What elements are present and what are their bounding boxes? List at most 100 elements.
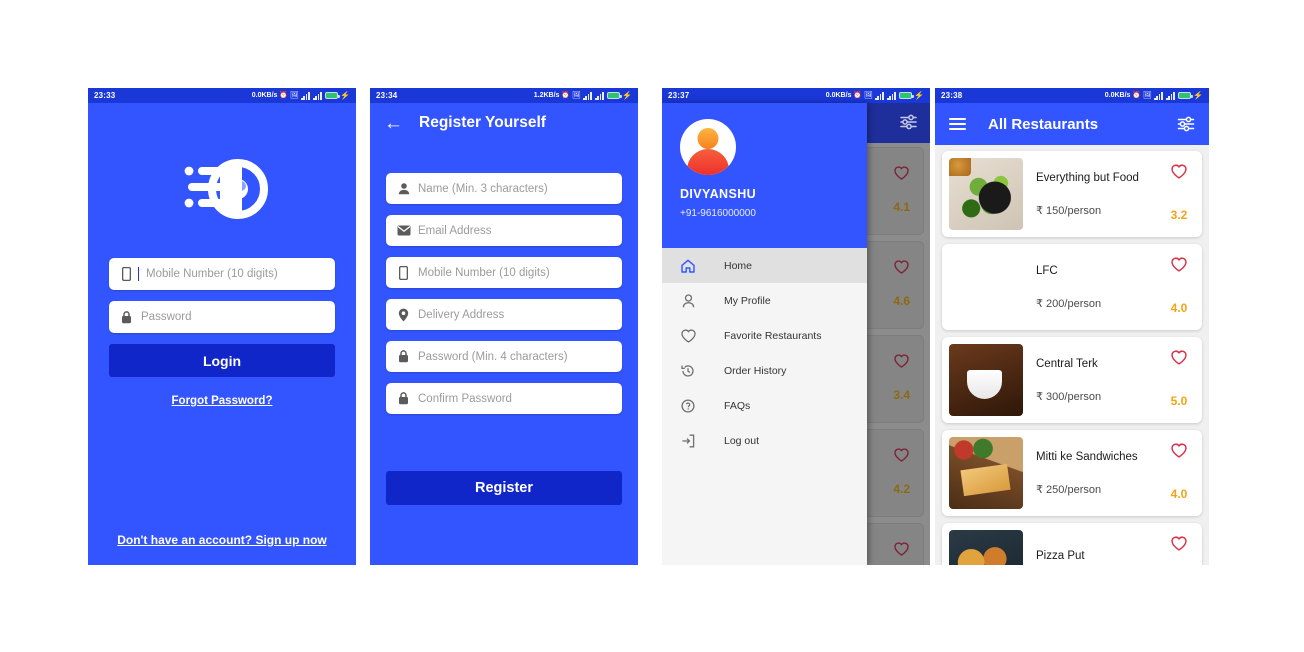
- avatar-body: [687, 149, 729, 175]
- mobile-number-field[interactable]: Mobile Number (10 digits): [386, 257, 622, 288]
- register-button[interactable]: Register: [386, 471, 622, 505]
- back-arrow-icon[interactable]: ←: [384, 114, 403, 133]
- drawer-body: 4.1 4.6 3.4 4.2 DIVYANSHU +91-9616000000…: [662, 103, 930, 565]
- status-time: 23:38: [941, 91, 963, 100]
- charging-bolt-icon: ⚡: [914, 90, 924, 100]
- restaurant-actions: 4.0: [1163, 437, 1195, 509]
- restaurant-price: ₹ 200/person: [1036, 297, 1102, 310]
- signup-link[interactable]: Don't have an account? Sign up now: [117, 533, 327, 547]
- restaurant-thumbnail: [949, 344, 1023, 416]
- status-time: 23:34: [376, 91, 398, 100]
- register-app-bar: ← Register Yourself: [370, 103, 638, 143]
- delivery-address-field[interactable]: Delivery Address: [386, 299, 622, 330]
- drawer-user-name: DIVYANSHU: [680, 187, 757, 201]
- restaurant-list[interactable]: Everything but Food ₹ 150/person 3.2 LFC…: [935, 145, 1209, 565]
- logout-icon: [678, 434, 698, 448]
- person-icon: [396, 182, 411, 195]
- drawer-item-favorite-restaurants[interactable]: Favorite Restaurants: [662, 318, 867, 353]
- email-field[interactable]: Email Address: [386, 215, 622, 246]
- favorite-heart-icon[interactable]: [1171, 350, 1187, 365]
- favorite-heart-icon[interactable]: [1171, 536, 1187, 551]
- signal-2-icon: [313, 91, 323, 100]
- avatar-head: [697, 128, 719, 149]
- page-title: All Restaurants: [988, 115, 1099, 133]
- drawer-item-log-out[interactable]: Log out: [662, 423, 867, 458]
- person-icon: [678, 293, 698, 308]
- favorite-heart-icon[interactable]: [894, 166, 909, 180]
- charging-bolt-icon: ⚡: [340, 90, 350, 100]
- battery-icon: [1178, 92, 1194, 99]
- rating-value: 4.0: [1170, 301, 1188, 315]
- drawer-item-my-profile[interactable]: My Profile: [662, 283, 867, 318]
- drawer-item-home[interactable]: Home: [662, 248, 867, 283]
- confirm-password-field[interactable]: Confirm Password: [386, 383, 622, 414]
- register-screen: 23:34 1.2KB/s ⏰ 🖼 ⚡ ← Register Yourself: [370, 88, 638, 565]
- confirm-password-placeholder: Confirm Password: [418, 392, 512, 405]
- charging-bolt-icon: ⚡: [1193, 90, 1203, 100]
- register-form: Name (Min. 3 characters) Email Address M…: [386, 173, 622, 425]
- forgot-password-link[interactable]: Forgot Password?: [172, 395, 273, 407]
- app-logo: [88, 158, 356, 220]
- status-time: 23:37: [668, 91, 690, 100]
- alarm-icon: ⏰: [853, 92, 863, 99]
- password-field[interactable]: Password (Min. 4 characters): [386, 341, 622, 372]
- charging-bolt-icon: ⚡: [622, 90, 632, 100]
- favorite-heart-icon[interactable]: [894, 354, 909, 368]
- restaurant-actions: 5.0: [1163, 344, 1195, 416]
- battery-icon: [899, 92, 915, 99]
- lock-icon: [396, 392, 411, 405]
- heart-icon: [678, 329, 698, 343]
- login-button[interactable]: Login: [109, 344, 335, 377]
- login-body: Mobile Number (10 digits) Password Login…: [88, 103, 356, 565]
- restaurant-actions: [1163, 530, 1195, 565]
- favorite-heart-icon[interactable]: [1171, 443, 1187, 458]
- screenshot-icon: 🖼: [864, 92, 874, 99]
- rating-value: 3.2: [1170, 208, 1188, 222]
- all-restaurants-screen: 23:38 0.0KB/s ⏰ 🖼 ⚡ All Restaurants Ever…: [935, 88, 1209, 565]
- drawer-user-phone: +91-9616000000: [680, 208, 756, 219]
- rating-value: 4.6: [893, 294, 910, 308]
- register-body: Name (Min. 3 characters) Email Address M…: [370, 143, 638, 565]
- drawer-item-order-history[interactable]: Order History: [662, 353, 867, 388]
- status-icons: 0.0KB/s ⏰ 🖼 ⚡: [252, 90, 350, 100]
- restaurant-name: LFC: [1036, 264, 1058, 277]
- drawer-item-faqs[interactable]: FAQs: [662, 388, 867, 423]
- table-row[interactable]: LFC ₹ 200/person 4.0: [942, 244, 1202, 330]
- status-bar: 23:37 0.0KB/s ⏰ 🖼 ⚡: [662, 88, 930, 103]
- table-row[interactable]: Central Terk ₹ 300/person 5.0: [942, 337, 1202, 423]
- name-field[interactable]: Name (Min. 3 characters): [386, 173, 622, 204]
- tune-filter-icon[interactable]: [1177, 116, 1195, 132]
- table-row[interactable]: Everything but Food ₹ 150/person 3.2: [942, 151, 1202, 237]
- restaurant-name: Pizza Put: [1036, 550, 1085, 562]
- password-field[interactable]: Password: [109, 301, 335, 333]
- favorite-heart-icon[interactable]: [894, 260, 909, 274]
- rating-value: 3.4: [893, 388, 910, 402]
- restaurants-app-bar: All Restaurants: [935, 103, 1209, 145]
- table-row[interactable]: Pizza Put: [942, 523, 1202, 565]
- favorite-heart-icon[interactable]: [1171, 164, 1187, 179]
- location-pin-icon: [396, 308, 411, 322]
- screenshot-icon: 🖼: [290, 92, 300, 99]
- tune-filter-icon[interactable]: [900, 114, 917, 130]
- signal-2-icon: [1166, 91, 1176, 100]
- network-speed: 0.0KB/s: [1104, 92, 1131, 99]
- table-row[interactable]: Mitti ke Sandwiches ₹ 250/person 4.0: [942, 430, 1202, 516]
- favorite-heart-icon[interactable]: [894, 542, 909, 556]
- drawer-item-label: Log out: [724, 434, 760, 447]
- restaurant-info: Pizza Put: [1023, 530, 1163, 565]
- hamburger-menu-icon[interactable]: [949, 117, 966, 131]
- favorite-heart-icon[interactable]: [1171, 257, 1187, 272]
- restaurant-price: ₹ 150/person: [1036, 204, 1102, 217]
- navigation-drawer-screen: 23:37 0.0KB/s ⏰ 🖼 ⚡ 4.1 4.6 3.4 4.2 DIVY…: [662, 88, 930, 565]
- favorite-heart-icon[interactable]: [894, 448, 909, 462]
- drawer-item-label: Order History: [724, 364, 787, 377]
- battery-icon: [325, 92, 341, 99]
- login-form: Mobile Number (10 digits) Password Login…: [109, 258, 335, 409]
- restaurant-name: Mitti ke Sandwiches: [1036, 450, 1138, 463]
- signal-2-icon: [887, 91, 897, 100]
- signup-row: Don't have an account? Sign up now: [88, 531, 356, 549]
- delivery-speed-logo-icon: [184, 159, 268, 219]
- phone-icon: [119, 267, 134, 281]
- name-placeholder: Name (Min. 3 characters): [418, 182, 548, 195]
- mobile-number-field[interactable]: Mobile Number (10 digits): [109, 258, 335, 290]
